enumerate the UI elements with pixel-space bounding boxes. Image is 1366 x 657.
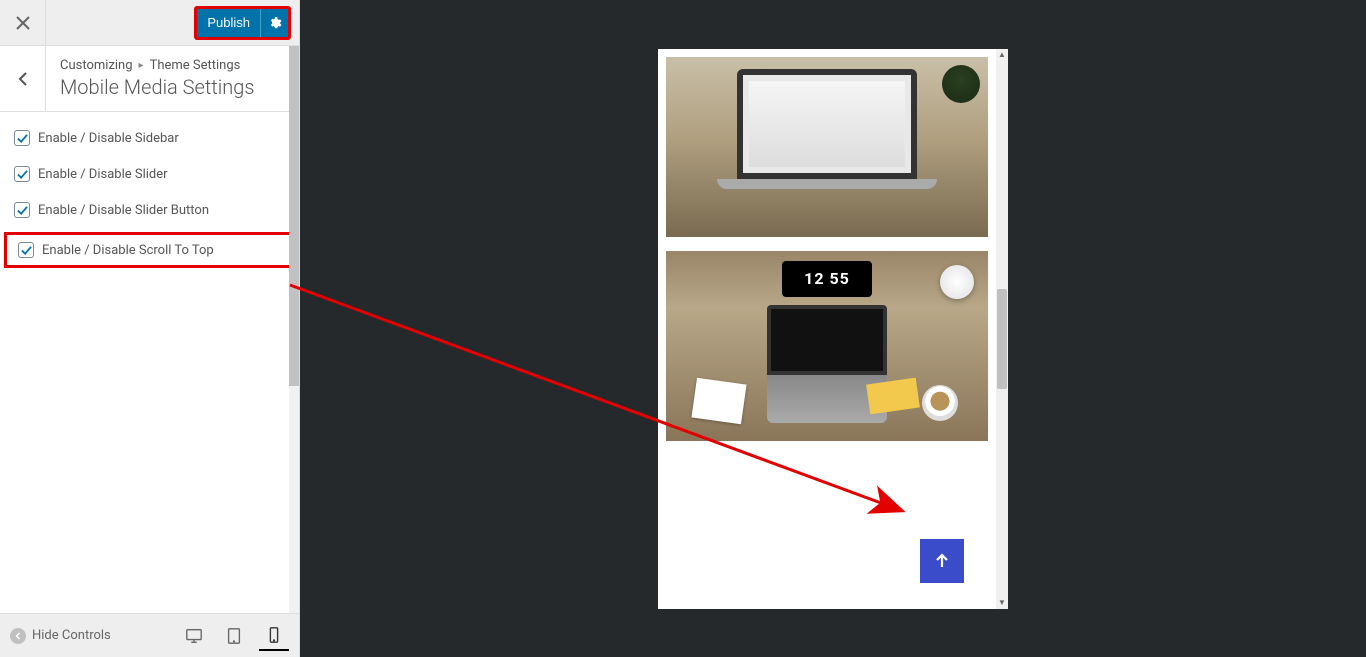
mobile-icon xyxy=(265,626,283,644)
control-label[interactable]: Enable / Disable Sidebar xyxy=(38,131,179,146)
breadcrumb-parent: Theme Settings xyxy=(150,58,241,73)
tablet-icon xyxy=(225,627,243,645)
checkbox-enable-slider[interactable] xyxy=(14,166,30,182)
breadcrumb-root: Customizing xyxy=(60,58,133,73)
desktop-icon xyxy=(185,627,203,645)
control-label[interactable]: Enable / Disable Scroll To Top xyxy=(42,243,214,258)
device-mobile-button[interactable] xyxy=(259,621,289,651)
breadcrumb: Customizing ▸ Theme Settings xyxy=(60,58,285,73)
device-desktop-button[interactable] xyxy=(179,621,209,651)
publish-group-highlight: Publish xyxy=(194,6,291,40)
preview-image-laptop-desk xyxy=(666,57,988,237)
device-tablet-button[interactable] xyxy=(219,621,249,651)
chevron-left-icon xyxy=(18,72,28,86)
mobile-content: 12 55 xyxy=(666,57,988,601)
control-enable-slider: Enable / Disable Slider xyxy=(0,156,299,192)
scrollbar-thumb[interactable] xyxy=(289,46,299,386)
controls-list: Enable / Disable Sidebar Enable / Disabl… xyxy=(0,112,299,613)
notepad-graphic xyxy=(691,377,746,424)
arrow-up-icon xyxy=(933,552,951,570)
preview-image-workspace: 12 55 xyxy=(666,251,988,441)
check-icon xyxy=(17,169,28,180)
control-enable-sidebar: Enable / Disable Sidebar xyxy=(0,120,299,156)
preview-area: 12 55 ▲ ▼ xyxy=(300,0,1366,657)
chevron-left-circle-icon xyxy=(10,628,26,644)
mobile-preview-frame: 12 55 ▲ ▼ xyxy=(658,49,1008,609)
back-button[interactable] xyxy=(0,46,46,111)
scroll-up-arrow-icon[interactable]: ▲ xyxy=(996,49,1008,61)
checkbox-enable-slider-button[interactable] xyxy=(14,202,30,218)
checkbox-enable-scroll-top[interactable] xyxy=(18,242,34,258)
control-enable-scroll-top: Enable / Disable Scroll To Top xyxy=(4,232,295,268)
checkbox-enable-sidebar[interactable] xyxy=(14,130,30,146)
control-label[interactable]: Enable / Disable Slider xyxy=(38,167,168,182)
section-title: Mobile Media Settings xyxy=(60,75,285,99)
hide-controls-button[interactable]: Hide Controls xyxy=(10,628,111,644)
control-enable-slider-button: Enable / Disable Slider Button xyxy=(0,192,299,228)
mobile-scrollbar[interactable]: ▲ ▼ xyxy=(996,49,1008,609)
chevron-right-icon: ▸ xyxy=(139,60,144,71)
customizer-sidebar: Publish Customizing ▸ Theme Settings Mob… xyxy=(0,0,300,657)
check-icon xyxy=(17,133,28,144)
plant-graphic xyxy=(942,65,980,103)
customizer-footer: Hide Controls xyxy=(0,613,299,657)
scroll-down-arrow-icon[interactable]: ▼ xyxy=(996,597,1008,609)
publish-button[interactable]: Publish xyxy=(197,9,260,37)
lamp-graphic xyxy=(940,265,974,299)
hide-controls-label: Hide Controls xyxy=(32,628,111,643)
laptop-graphic xyxy=(737,69,917,189)
clock-display: 12 55 xyxy=(782,261,872,297)
section-header: Customizing ▸ Theme Settings Mobile Medi… xyxy=(0,46,299,112)
customizer-topbar: Publish xyxy=(0,0,299,46)
check-icon xyxy=(17,205,28,216)
close-icon xyxy=(16,16,30,30)
gear-icon xyxy=(268,16,282,30)
sidebar-scrollbar[interactable] xyxy=(289,46,299,613)
publish-settings-button[interactable] xyxy=(260,9,288,37)
book-graphic xyxy=(866,377,920,414)
scroll-to-top-button[interactable] xyxy=(920,539,964,583)
scrollbar-thumb[interactable] xyxy=(997,289,1007,389)
close-customizer-button[interactable] xyxy=(0,0,46,46)
control-label[interactable]: Enable / Disable Slider Button xyxy=(38,203,209,218)
check-icon xyxy=(21,245,32,256)
coffee-cup-graphic xyxy=(922,385,958,421)
